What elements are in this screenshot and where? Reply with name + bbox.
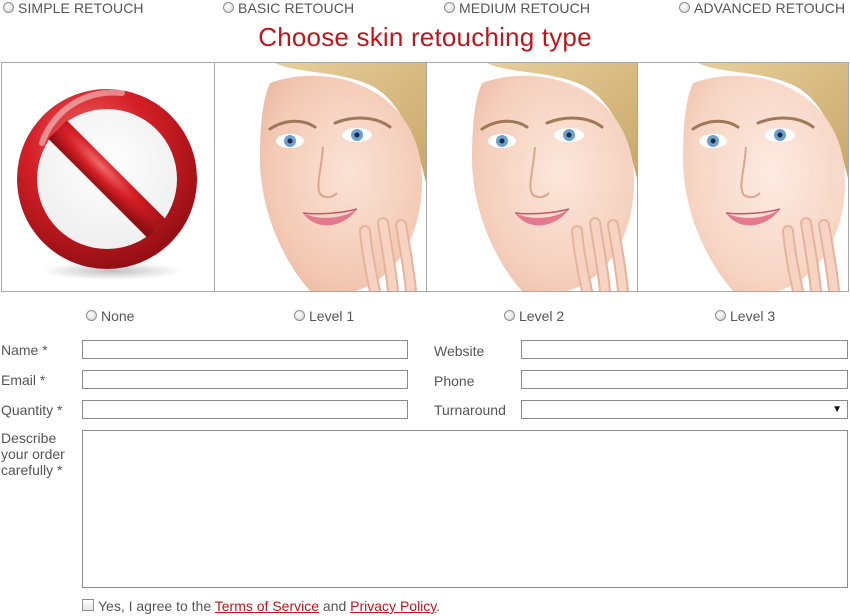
woman-face-photo [637, 63, 848, 291]
woman-face-photo [426, 63, 637, 291]
describe-label-line: Describe [1, 430, 57, 446]
gallery-cell-none[interactable] [2, 63, 214, 291]
radio-icon[interactable] [86, 309, 97, 321]
agreement-row: Yes, I agree to the Terms of Service and… [82, 598, 440, 614]
turnaround-label: Turnaround [434, 402, 506, 418]
radio-label: None [101, 308, 135, 324]
woman-face-photo [215, 63, 426, 291]
name-input[interactable] [82, 340, 408, 359]
phone-input[interactable] [521, 370, 848, 389]
radio-label: Level 3 [730, 308, 776, 324]
privacy-policy-link[interactable]: Privacy Policy [350, 598, 436, 614]
describe-label-line: your order [1, 446, 65, 462]
email-label: Email * [1, 372, 46, 388]
turnaround-select[interactable]: ▼ [521, 400, 848, 419]
website-input[interactable] [521, 340, 848, 359]
radio-icon[interactable] [294, 309, 305, 321]
agree-text-middle: and [322, 598, 347, 614]
gallery-cell-level-2[interactable] [425, 63, 637, 291]
radio-label: MEDIUM RETOUCH [459, 0, 591, 16]
radio-label: SIMPLE RETOUCH [18, 0, 144, 16]
radio-icon[interactable] [504, 309, 515, 321]
radio-icon[interactable] [223, 1, 234, 13]
radio-advanced-retouch[interactable]: ADVANCED RETOUCH [679, 0, 845, 16]
gallery-cell-level-3[interactable] [636, 63, 848, 291]
radio-simple-retouch[interactable]: SIMPLE RETOUCH [3, 0, 144, 16]
agree-checkbox[interactable] [82, 599, 94, 612]
prohibited-sign-icon [17, 89, 197, 280]
page-title: Choose skin retouching type [258, 22, 592, 52]
describe-label: Describe your order carefully * [1, 430, 65, 478]
radio-medium-retouch[interactable]: MEDIUM RETOUCH [444, 0, 590, 16]
radio-level-1[interactable]: Level 1 [294, 308, 354, 324]
quantity-label: Quantity * [1, 402, 63, 418]
radio-label: ADVANCED RETOUCH [694, 0, 846, 16]
radio-level-3[interactable]: Level 3 [715, 308, 775, 324]
radio-label: BASIC RETOUCH [238, 0, 355, 16]
radio-level-none[interactable]: None [86, 308, 134, 324]
terms-of-service-link[interactable]: Terms of Service [215, 598, 319, 614]
radio-level-2[interactable]: Level 2 [504, 308, 564, 324]
radio-label: Level 2 [519, 308, 565, 324]
dropdown-arrow-icon[interactable]: ▼ [832, 404, 842, 415]
radio-icon[interactable] [679, 1, 690, 13]
radio-label: Level 1 [309, 308, 355, 324]
describe-order-textarea[interactable] [82, 430, 848, 588]
describe-label-line: carefully * [1, 462, 63, 478]
quantity-input[interactable] [82, 400, 408, 419]
gallery-cell-level-1[interactable] [214, 63, 426, 291]
radio-icon[interactable] [444, 1, 455, 13]
name-label: Name * [1, 342, 48, 358]
website-label: Website [434, 343, 485, 359]
retouch-level-gallery [1, 62, 849, 292]
agree-text-prefix: Yes, I agree to the [98, 598, 212, 614]
agree-text-suffix: . [436, 598, 441, 614]
radio-icon[interactable] [715, 309, 726, 321]
radio-basic-retouch[interactable]: BASIC RETOUCH [223, 0, 354, 16]
email-input[interactable] [82, 370, 408, 389]
phone-label: Phone [434, 373, 475, 389]
radio-icon[interactable] [3, 1, 14, 13]
